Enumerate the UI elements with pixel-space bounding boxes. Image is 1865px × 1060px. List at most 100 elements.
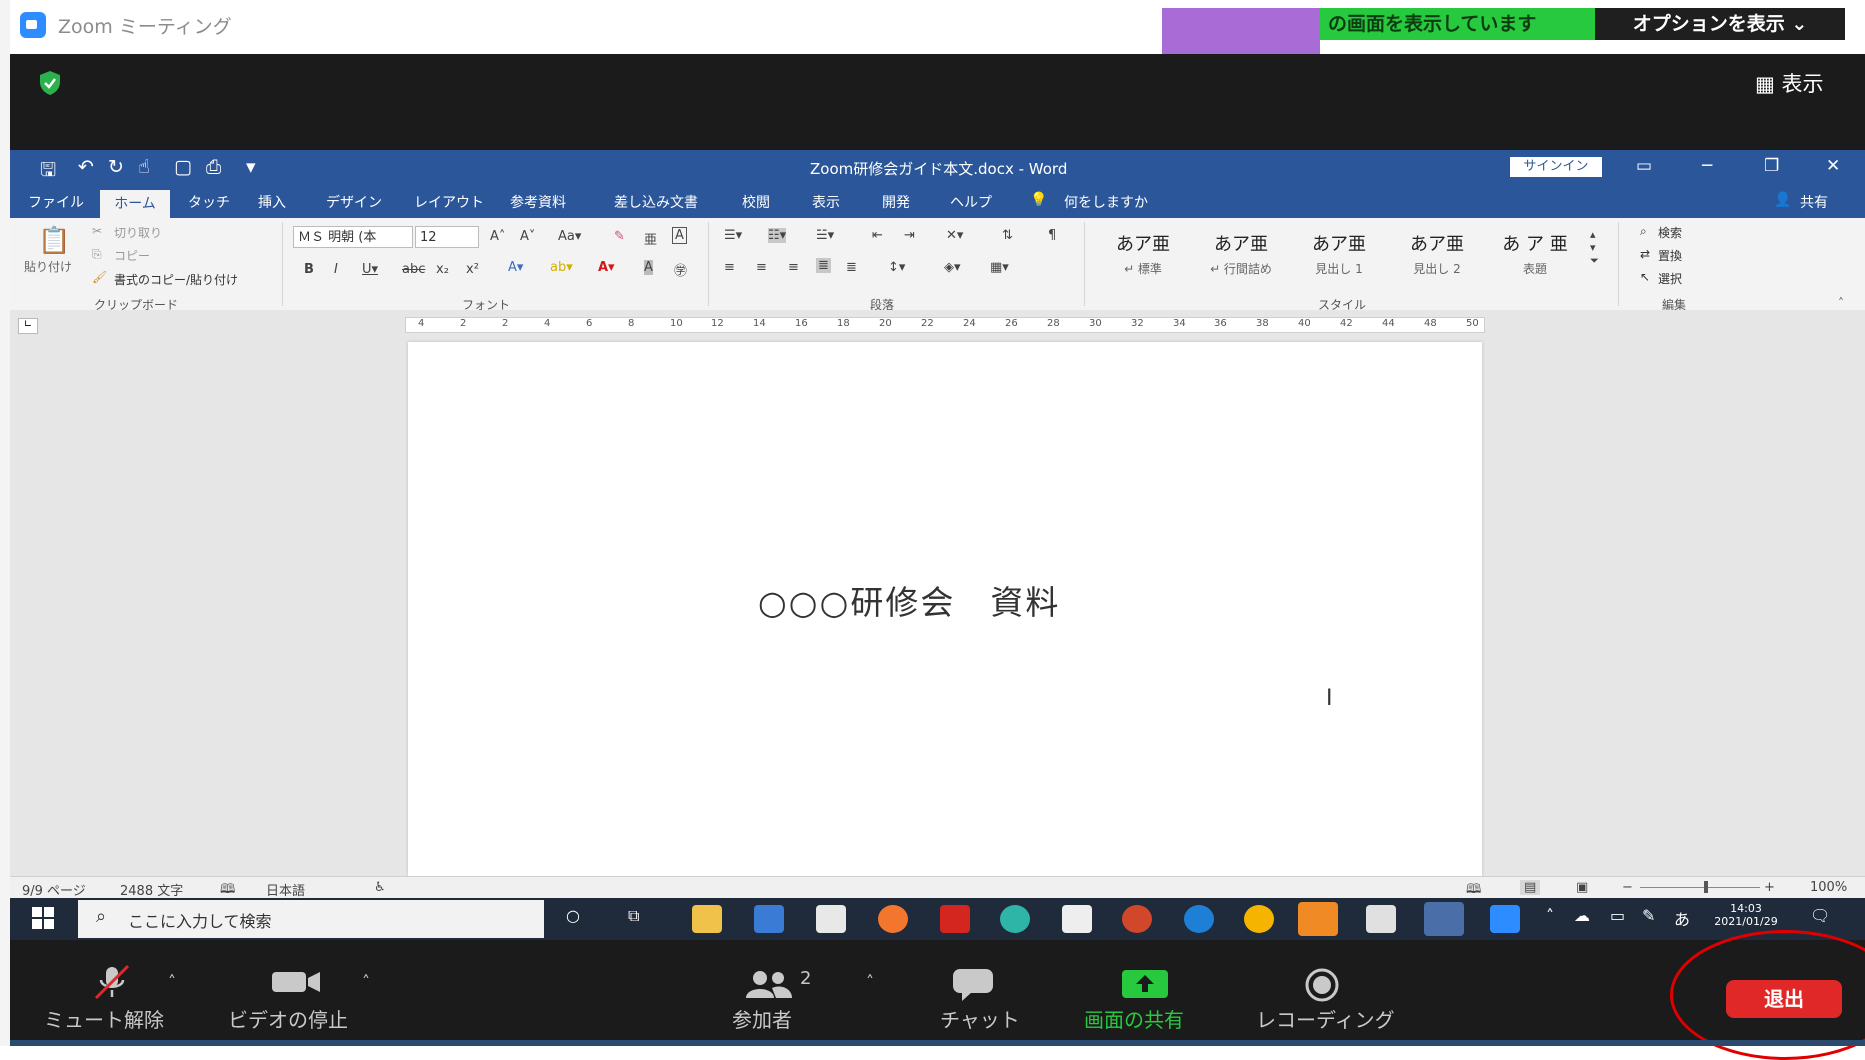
redo-icon[interactable]: ↻ <box>108 156 124 178</box>
ime-indicator[interactable]: あ <box>1674 906 1690 930</box>
distributed-icon[interactable]: ≣ <box>846 260 857 275</box>
mail-icon[interactable] <box>816 905 846 933</box>
print-layout-icon[interactable]: ▤ <box>1520 880 1541 895</box>
share-button[interactable]: 共有 <box>1800 192 1828 212</box>
style-title[interactable]: あ ア 亜 表題 <box>1490 226 1580 282</box>
participants-icon[interactable] <box>744 970 794 1000</box>
tab-review[interactable]: 校閲 <box>742 192 770 212</box>
close-icon[interactable]: ✕ <box>1826 156 1840 176</box>
paste-button[interactable]: 貼り付け <box>24 258 72 275</box>
windows-start-icon[interactable] <box>32 907 54 929</box>
copy-icon[interactable]: ⎘ <box>92 247 102 262</box>
record-button[interactable]: レコーディング <box>1256 1004 1395 1033</box>
shrink-font-icon[interactable]: A˅ <box>520 229 535 244</box>
notification-icon[interactable]: 🗨 <box>1810 906 1830 925</box>
zoom-out-icon[interactable]: − <box>1622 880 1633 895</box>
zoom-taskbar-icon[interactable] <box>1490 905 1520 933</box>
cortana-icon[interactable]: ○ <box>566 906 580 925</box>
character-border-icon[interactable]: A <box>672 227 687 244</box>
align-center-icon[interactable]: ≡ <box>756 260 767 275</box>
format-painter-button[interactable]: 書式のコピー/貼り付け <box>114 271 238 288</box>
onedrive-icon[interactable]: ☁ <box>1574 906 1590 925</box>
new-document-icon[interactable]: ▢ <box>174 156 192 178</box>
format-painter-icon[interactable]: 🖌 <box>92 270 107 284</box>
font-name-select[interactable]: ＭＳ 明朝 (本 <box>293 226 413 248</box>
bullets-icon[interactable]: ☰▾ <box>724 228 742 243</box>
highlight-color-icon[interactable]: ab▾ <box>550 260 573 275</box>
tab-layout[interactable]: レイアウト <box>414 192 484 212</box>
asian-layout-icon[interactable]: ✕▾ <box>946 228 963 243</box>
audio-options-chevron-icon[interactable]: ˄ <box>168 972 176 991</box>
sort-icon[interactable]: ⇅ <box>1002 228 1013 243</box>
video-camera-icon[interactable] <box>272 970 322 994</box>
enclose-characters-icon[interactable]: ㊫ <box>674 260 687 279</box>
shading-icon[interactable]: ◈▾ <box>944 260 961 275</box>
save-icon[interactable]: 🖫 <box>40 156 56 188</box>
mic-muted-icon[interactable] <box>92 964 132 1000</box>
tab-file[interactable]: ファイル <box>28 192 84 212</box>
app-window-icon[interactable] <box>1366 905 1396 933</box>
decrease-indent-icon[interactable]: ⇤ <box>872 228 883 243</box>
tab-help[interactable]: ヘルプ <box>950 192 992 212</box>
share-screen-button[interactable]: 画面の共有 <box>1084 1004 1184 1033</box>
chat-icon[interactable] <box>952 968 994 1002</box>
signin-button[interactable]: サインイン <box>1510 157 1602 177</box>
undo-icon[interactable]: ↶ <box>78 156 94 178</box>
record-icon[interactable] <box>1302 968 1342 1002</box>
numbering-icon[interactable]: ☷▾ <box>768 228 787 243</box>
chrome-icon[interactable] <box>1244 905 1274 933</box>
superscript-icon[interactable]: x² <box>466 262 479 277</box>
copy-button[interactable]: コピー <box>114 247 150 264</box>
cut-button[interactable]: 切り取り <box>114 224 162 241</box>
style-normal[interactable]: あア亜 ↵ 標準 <box>1098 226 1188 282</box>
tab-developer[interactable]: 開発 <box>882 192 910 212</box>
underline-icon[interactable]: U▾ <box>362 262 378 277</box>
font-size-select[interactable]: 12 <box>415 226 479 248</box>
print-preview-icon[interactable]: ⎙ <box>206 156 221 178</box>
tab-selector-icon[interactable]: ∟ <box>18 318 38 334</box>
tray-overflow-icon[interactable]: ˄ <box>1546 906 1554 925</box>
restore-icon[interactable]: ❐ <box>1764 156 1779 176</box>
tab-touch[interactable]: タッチ <box>188 192 230 212</box>
style-heading-2[interactable]: あア亜 見出し 2 <box>1392 226 1482 282</box>
unmute-button[interactable]: ミュート解除 <box>44 1004 164 1033</box>
minimize-icon[interactable]: ─ <box>1702 156 1712 176</box>
web-layout-icon[interactable]: ▣ <box>1576 880 1588 895</box>
view-options-button[interactable]: オプションを表示 ⌄ <box>1595 8 1845 40</box>
outlook-icon[interactable] <box>1298 902 1338 936</box>
internet-explorer-icon[interactable] <box>1184 905 1214 933</box>
character-shading-icon[interactable]: A <box>644 260 653 275</box>
tell-me-search[interactable]: 何をしますか <box>1064 192 1148 212</box>
replace-button[interactable]: 置換 <box>1658 247 1682 264</box>
edge-icon[interactable] <box>1000 905 1030 933</box>
clear-formatting-icon[interactable]: ✎ <box>614 229 625 244</box>
language-indicator[interactable]: 日本語 <box>266 880 305 899</box>
justify-icon[interactable]: ≣ <box>816 258 831 273</box>
file-explorer-icon[interactable] <box>692 905 722 933</box>
horizontal-ruler[interactable]: 4 2 2 4 6 8 10 12 14 16 18 20 22 24 26 28 30 32 34 36 38 40 42… <box>405 317 1485 333</box>
taskbar-clock[interactable]: 14:03 2021/01/29 <box>1706 902 1786 928</box>
participants-button[interactable]: 参加者 <box>732 1004 792 1033</box>
tab-view[interactable]: 表示 <box>812 192 840 212</box>
font-color-icon[interactable]: A▾ <box>598 260 615 275</box>
line-spacing-icon[interactable]: ↕▾ <box>888 260 905 275</box>
styles-scroll-icon[interactable]: ▴ ▾ ⏷ <box>1590 228 1599 268</box>
video-options-chevron-icon[interactable]: ˄ <box>362 972 370 991</box>
page-count[interactable]: 9/9 ページ <box>22 880 86 899</box>
align-left-icon[interactable]: ≡ <box>724 260 735 275</box>
borders-icon[interactable]: ▦▾ <box>990 260 1009 275</box>
powerpoint-icon[interactable] <box>1122 905 1152 933</box>
ribbon-display-options-icon[interactable]: ▭ <box>1636 156 1652 176</box>
battery-icon[interactable]: ▭ <box>1610 906 1625 925</box>
store-icon[interactable] <box>754 905 784 933</box>
app-icon[interactable] <box>1062 905 1092 933</box>
zoom-slider-thumb[interactable] <box>1704 881 1708 893</box>
style-heading-1[interactable]: あア亜 見出し 1 <box>1294 226 1384 282</box>
collapse-ribbon-icon[interactable]: ˄ <box>1838 296 1844 310</box>
style-no-spacing[interactable]: あア亜 ↵ 行間詰め <box>1196 226 1286 282</box>
word-count[interactable]: 2488 文字 <box>120 880 183 899</box>
tab-home[interactable]: ホーム <box>100 190 170 218</box>
italic-icon[interactable]: I <box>334 262 338 277</box>
firefox-icon[interactable] <box>878 905 908 933</box>
paste-icon[interactable]: 📋 <box>38 226 70 256</box>
